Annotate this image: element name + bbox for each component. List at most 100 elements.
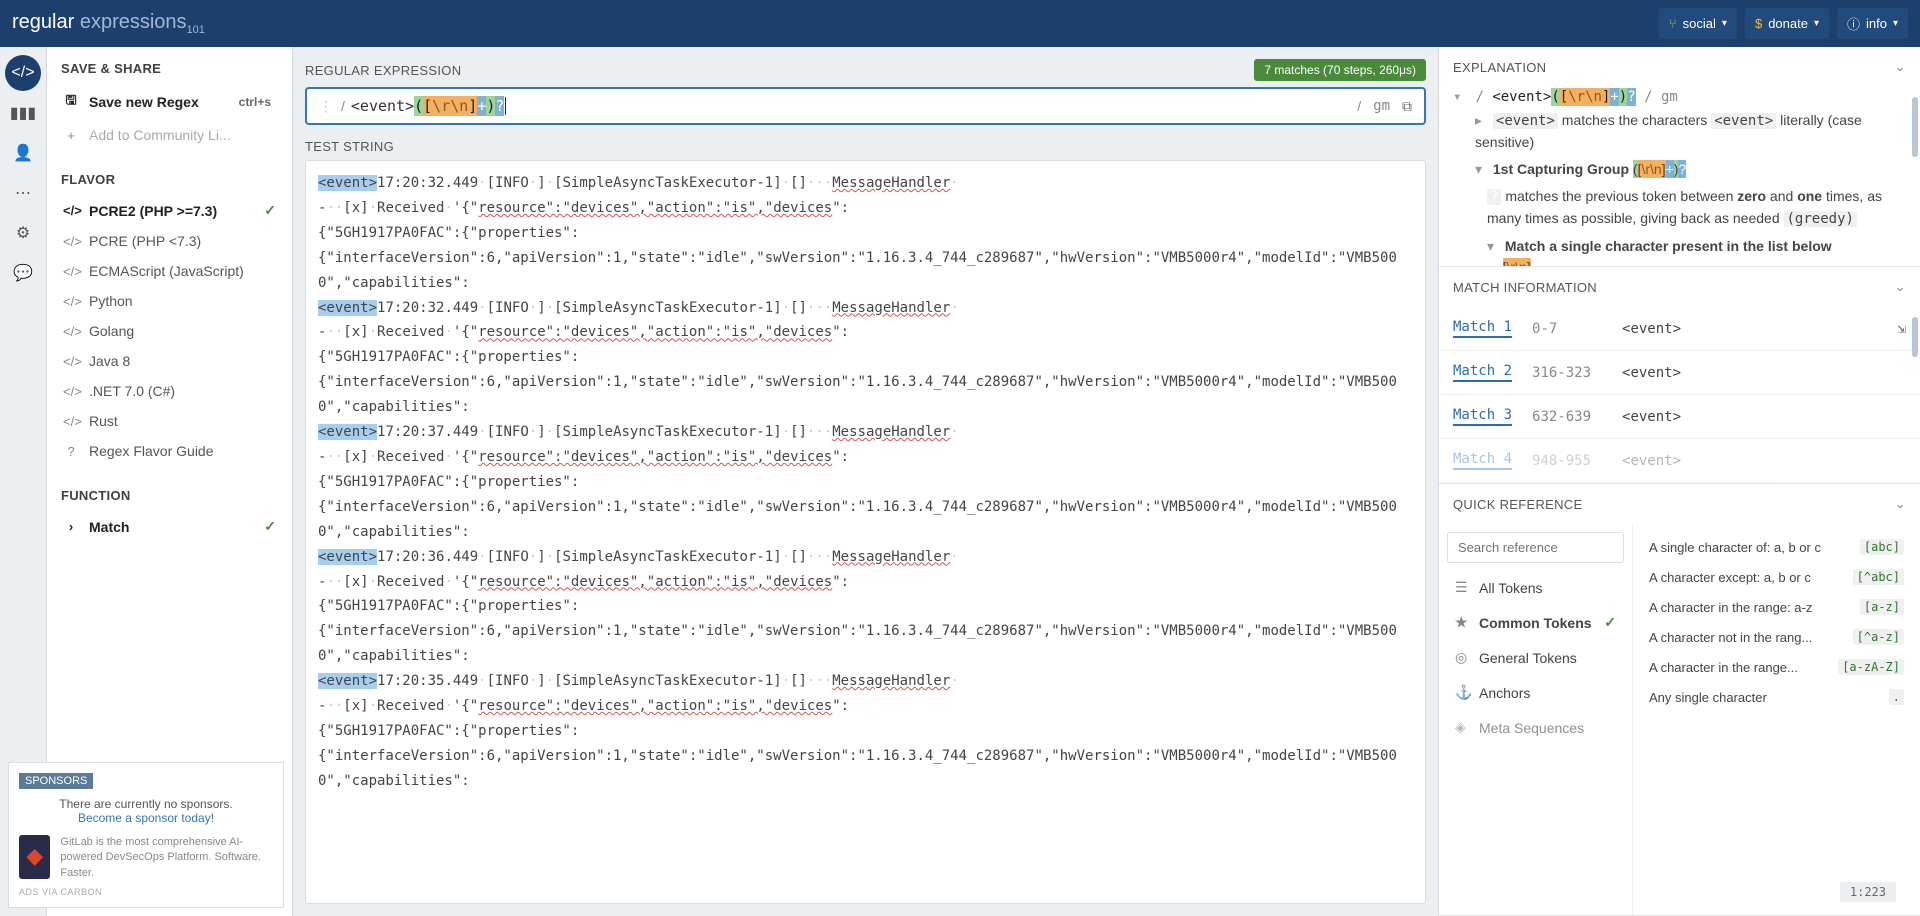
flavor-golang[interactable]: </>Golang xyxy=(53,316,286,346)
save-new-label: Save new Regex xyxy=(89,94,199,110)
logo-light: expressions xyxy=(74,11,186,33)
function-match[interactable]: ›Match✓ xyxy=(53,511,286,542)
qref-code: [a-z] xyxy=(1860,599,1904,615)
quick-reference-panel: QUICK REFERENCE⌄ ☰All Tokens ★Common Tok… xyxy=(1439,484,1920,916)
become-sponsor-link[interactable]: Become a sponsor today! xyxy=(78,811,214,825)
star-icon: ★ xyxy=(1455,614,1469,631)
qref-token-row[interactable]: A character except: a, b or c [^abc] xyxy=(1639,562,1914,592)
tree-toggle-icon[interactable]: ▸ xyxy=(1475,110,1489,131)
flavor-pcre[interactable]: </>PCRE (PHP <7.3) xyxy=(53,226,286,256)
save-icon: 🖫 xyxy=(63,91,79,113)
qref-cat-meta[interactable]: ◈Meta Sequences xyxy=(1447,711,1624,744)
nav-editor[interactable]: </> xyxy=(5,55,41,91)
flavor-dotnet[interactable]: </>.NET 7.0 (C#) xyxy=(53,376,286,406)
nav-settings[interactable]: ⚙ xyxy=(5,215,41,251)
tree-toggle-icon[interactable]: ▾ xyxy=(1475,159,1489,180)
qref-token-row[interactable]: A single character of: a, b or c [abc] xyxy=(1639,532,1914,562)
chevron-down-icon: ▾ xyxy=(1893,18,1898,29)
scrollbar[interactable] xyxy=(1912,97,1918,157)
ads-via: ADS VIA CARBON xyxy=(19,887,273,897)
scrollbar[interactable] xyxy=(1912,317,1918,357)
qref-token-row[interactable]: A character in the range: a-z[a-z] xyxy=(1639,592,1914,622)
nav-library[interactable]: ▮▮▮ xyxy=(5,95,41,131)
code-icon: </> xyxy=(63,414,79,429)
qref-desc: A character not in the rang... xyxy=(1649,630,1812,645)
explanation-panel: EXPLANATION⌄ ▾ / <event>([\r\n]+)? / gm … xyxy=(1439,47,1920,267)
sponsor-ad[interactable]: ◆ GitLab is the most comprehensive AI-po… xyxy=(19,835,273,881)
tree-toggle-icon[interactable]: ▾ xyxy=(1487,236,1501,257)
logo-sub: 101 xyxy=(187,24,205,36)
export-icon[interactable]: ⇲ xyxy=(1898,321,1906,337)
flavor-java[interactable]: </>Java 8 xyxy=(53,346,286,376)
app-header: regular expressions101 ⑂social▾ $donate▾… xyxy=(0,0,1920,47)
match-row[interactable]: Match 4948-955<event> xyxy=(1439,439,1920,483)
qref-cat-anchors[interactable]: ⚓Anchors xyxy=(1447,676,1624,709)
match-name: Match 4 xyxy=(1453,451,1512,470)
code-icon: </> xyxy=(63,203,79,218)
test-string-label: TEST STRING xyxy=(305,139,1426,154)
qref-token-row[interactable]: A character not in the rang... [^a-z] xyxy=(1639,622,1914,652)
match-row[interactable]: Match 2316-323<event> xyxy=(1439,351,1920,395)
code-icon: </> xyxy=(63,324,79,339)
right-panel: EXPLANATION⌄ ▾ / <event>([\r\n]+)? / gm … xyxy=(1438,47,1920,916)
test-string-input[interactable]: <event>17:20:32.449·[INFO·]·[SimpleAsync… xyxy=(305,160,1426,904)
regex-input[interactable]: ⋮ / <event>([\r\n]+)? / gm ⧉ xyxy=(305,87,1426,125)
qref-tokens: A single character of: a, b or c [abc] A c… xyxy=(1633,524,1920,915)
explanation-header[interactable]: EXPLANATION⌄ xyxy=(1439,47,1920,87)
code-icon: </> xyxy=(63,354,79,369)
check-icon: ✓ xyxy=(264,518,276,535)
qref-cat-all[interactable]: ☰All Tokens xyxy=(1447,571,1624,604)
add-community[interactable]: + Add to Community Li... xyxy=(53,120,286,150)
save-new-regex[interactable]: 🖫 Save new Regex ctrl+s xyxy=(53,84,286,120)
match-name: Match 2 xyxy=(1453,363,1512,382)
flavor-ecmascript[interactable]: </>ECMAScript (JavaScript) xyxy=(53,256,286,286)
tree-toggle-icon[interactable]: ▾ xyxy=(1453,89,1467,105)
donate-button[interactable]: $donate▾ xyxy=(1745,8,1829,39)
qref-token-row[interactable]: A character in the range...[a-zA-Z] xyxy=(1639,652,1914,682)
qref-code: [^abc] xyxy=(1853,569,1904,585)
delim-close: / xyxy=(1353,98,1365,114)
match-row[interactable]: Match 3632-639<event> xyxy=(1439,395,1920,439)
quick-reference-header[interactable]: QUICK REFERENCE⌄ xyxy=(1439,484,1920,524)
nav-debugger[interactable]: ⋯ xyxy=(5,175,41,211)
qref-cat-general[interactable]: ◎General Tokens xyxy=(1447,641,1624,674)
flavor-python[interactable]: </>Python xyxy=(53,286,286,316)
match-info-header[interactable]: MATCH INFORMATION⌄ xyxy=(1439,267,1920,307)
qref-desc: A character except: a, b or c xyxy=(1649,570,1811,585)
flavor-guide[interactable]: ?Regex Flavor Guide xyxy=(53,436,286,466)
qref-token-row[interactable]: Any single character. xyxy=(1639,682,1914,712)
nav-account[interactable]: 👤 xyxy=(5,135,41,171)
qref-code: [abc] xyxy=(1860,539,1904,555)
nav-chat[interactable]: 💬 xyxy=(5,255,41,291)
qref-code: . xyxy=(1889,689,1904,705)
regex-flags[interactable]: gm xyxy=(1365,98,1398,114)
drag-handle-icon[interactable]: ⋮ xyxy=(315,98,337,115)
chevron-down-icon: ⌄ xyxy=(1895,496,1906,512)
match-info-panel: MATCH INFORMATION⌄ Match 10-7<event>⇲Mat… xyxy=(1439,267,1920,484)
info-icon: ⓘ xyxy=(1847,14,1860,33)
info-button[interactable]: ⓘinfo▾ xyxy=(1837,8,1908,39)
qref-cat-common[interactable]: ★Common Tokens✓ xyxy=(1447,606,1624,639)
match-name: Match 3 xyxy=(1453,407,1512,426)
regex-content[interactable]: <event>([\r\n]+)? xyxy=(349,93,1353,119)
qref-code: [^a-z] xyxy=(1853,629,1904,645)
gitlab-icon: ◆ xyxy=(19,835,50,879)
match-value: <event> xyxy=(1622,321,1681,337)
flavor-rust[interactable]: </>Rust xyxy=(53,406,286,436)
meta-icon: ◈ xyxy=(1455,719,1469,736)
code-icon: </> xyxy=(63,234,79,249)
match-count-badge: 7 matches (70 steps, 260μs) xyxy=(1254,59,1426,81)
check-icon: ✓ xyxy=(1604,614,1616,631)
qref-desc: A single character of: a, b or c xyxy=(1649,540,1821,555)
qref-code: [a-zA-Z] xyxy=(1838,659,1904,675)
logo[interactable]: regular expressions101 xyxy=(12,11,205,36)
chevron-right-icon: › xyxy=(63,519,79,534)
social-button[interactable]: ⑂social▾ xyxy=(1659,8,1737,39)
main-layout: </> ▮▮▮ 👤 ⋯ ⚙ 💬 SAVE & SHARE 🖫 Save new … xyxy=(0,47,1920,916)
flavor-pcre2[interactable]: </>PCRE2 (PHP >=7.3)✓ xyxy=(53,195,286,226)
dollar-icon: $ xyxy=(1755,16,1762,31)
match-row[interactable]: Match 10-7<event>⇲ xyxy=(1439,307,1920,351)
copy-button[interactable]: ⧉ xyxy=(1398,94,1416,119)
match-range: 632-639 xyxy=(1532,409,1602,425)
search-reference-input[interactable] xyxy=(1447,532,1624,563)
